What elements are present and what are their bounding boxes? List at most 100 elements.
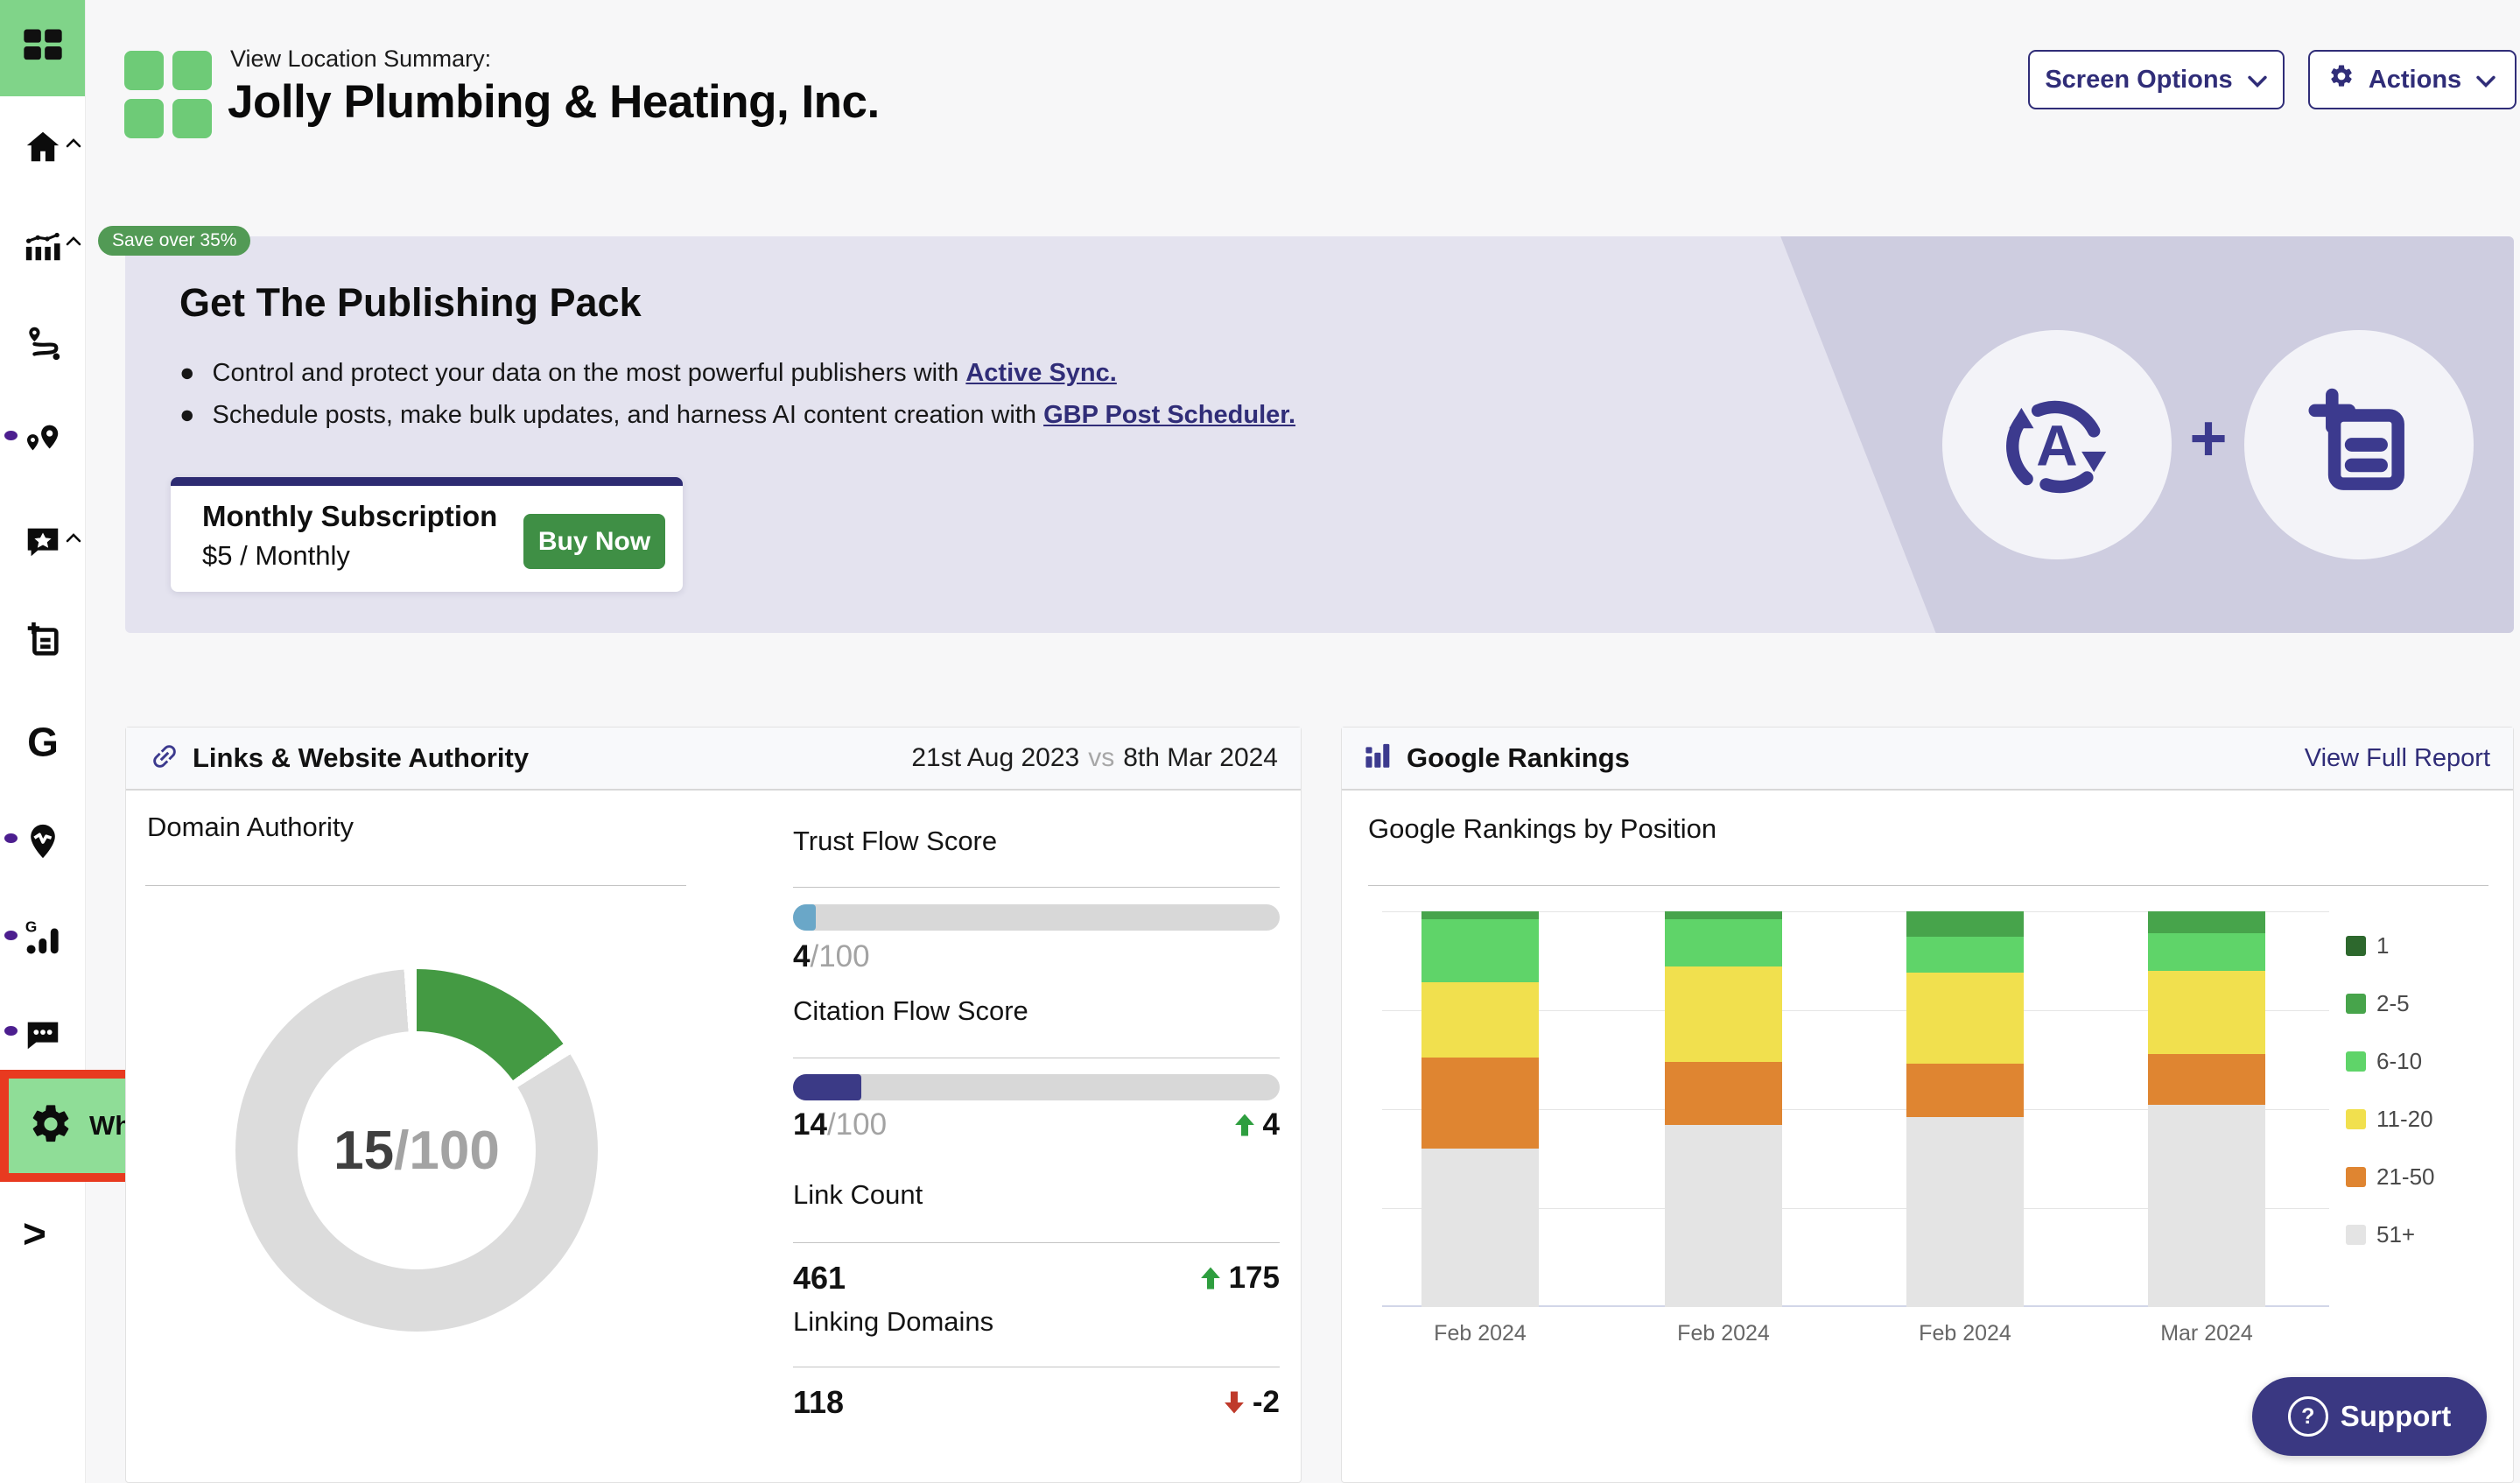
chevron-up-icon [66,138,81,148]
gear-icon [28,1101,74,1151]
domain-authority-value: 15/100 [235,969,598,1332]
legend-item: 1 [2346,932,2435,959]
publishing-pack-banner: Get The Publishing Pack ● Control and pr… [125,236,2514,633]
links-card-title: Links & Website Authority [193,742,529,774]
sidebar-item-google[interactable]: G [0,719,85,768]
legend-swatch [2346,1167,2366,1187]
legend-item: 11-20 [2346,1106,2435,1133]
legend-label: 51+ [2376,1221,2415,1248]
vs-label: vs [1079,743,1123,772]
citation-flow-change: 4 [1263,1107,1280,1142]
legend-item: 21-50 [2346,1163,2435,1191]
link-icon [149,741,180,777]
location-logo [124,51,212,138]
support-button[interactable]: ? Support [2252,1377,2487,1456]
pin-pulse-icon [23,821,63,861]
map-pins-icon [23,418,63,458]
rankings-xlabels: Feb 2024Feb 2024Feb 2024Mar 2024 [1382,727,2329,1482]
legend-swatch [2346,1051,2366,1072]
bullet-dot: ● [179,359,195,388]
legend-label: 2-5 [2376,990,2410,1017]
post-scheduler-icon [23,620,63,660]
x-axis-label: Feb 2024 [1421,1321,1539,1346]
legend-item: 51+ [2346,1221,2435,1248]
x-axis-label: Feb 2024 [1665,1321,1782,1346]
sidebar-item-listings[interactable] [0,413,85,462]
link-count-row: 461 175 [793,1260,1280,1297]
domain-authority-label: Domain Authority [147,812,354,843]
divider [793,1242,1280,1243]
google-rankings-card: Google Rankings View Full Report Google … [1341,727,2514,1483]
banner-title: Get The Publishing Pack [179,280,642,326]
grid-logo-icon [20,24,66,74]
date-from: 21st Aug 2023 [911,743,1079,772]
citation-flow-progressbar [793,1074,1280,1100]
sidebar-item-reviews[interactable] [0,517,85,566]
sidebar-item-home[interactable] [0,123,85,172]
rankings-legend: 1 2-5 6-10 11-20 21-50 51+ [2346,932,2435,1248]
link-count-value: 461 [793,1260,846,1297]
screen-options-label: Screen Options [2045,66,2232,95]
sidebar-item-local-search[interactable] [0,319,85,368]
arrow-up-icon [1199,1266,1222,1290]
divider [793,887,1280,888]
arrow-up-icon [1233,1113,1256,1137]
banner-bullet-2: ● Schedule posts, make bulk updates, and… [179,401,1295,430]
legend-item: 6-10 [2346,1048,2435,1075]
save-badge: Save over 35% [98,226,250,256]
question-mark-icon: ? [2288,1396,2328,1437]
chevron-up-icon [66,533,81,543]
comparison-dates: 21st Aug 2023vs8th Mar 2024 [911,743,1278,773]
links-authority-card: Links & Website Authority 21st Aug 2023v… [125,727,1302,1483]
legend-label: 6-10 [2376,1048,2422,1075]
citation-flow-row: 14/100 4 [793,1107,1280,1142]
buy-now-button[interactable]: Buy Now [523,514,665,569]
route-pin-icon [23,323,63,363]
sync-a-icon: A [1991,379,2123,510]
sidebar-item-geogrid[interactable] [0,817,85,866]
post-plus-icon [2300,386,2418,503]
sidebar-item-messages[interactable] [0,1009,85,1058]
trust-flow-fill [793,904,816,931]
legend-label: 11-20 [2376,1106,2433,1133]
divider [145,885,686,886]
svg-text:G: G [25,918,36,935]
sidebar-item-posts[interactable] [0,615,85,664]
screen-options-button[interactable]: Screen Options [2028,50,2285,109]
chevron-down-icon [2247,66,2268,95]
page-title: Jolly Plumbing & Heating, Inc. [228,75,880,129]
sidebar-item-rankings[interactable] [0,221,85,270]
legend-label: 1 [2376,932,2389,959]
linking-domains-label: Linking Domains [793,1306,993,1338]
linking-domains-delta: -2 [1223,1385,1280,1420]
active-sync-link[interactable]: Active Sync. [965,359,1116,387]
subscription-card: Monthly Subscription $5 / Monthly Buy No… [171,477,683,592]
bullet-text: Schedule posts, make bulk updates, and h… [213,401,1036,429]
tf-denominator: /100 [810,939,869,973]
google-g-icon: G [23,723,63,763]
arrow-down-icon [1223,1390,1246,1415]
sidebar-collapse-button[interactable]: > [23,1213,46,1254]
citation-flow-score: 14/100 [793,1107,887,1142]
view-full-report-link[interactable]: View Full Report [2305,744,2490,773]
date-to: 8th Mar 2024 [1123,743,1278,772]
subscription-price: $5 / Monthly [202,540,350,572]
trust-flow-label: Trust Flow Score [793,826,997,857]
active-sync-circle: A [1942,330,2172,559]
svg-text:A: A [2036,413,2077,477]
legend-swatch [2346,1109,2366,1129]
bullet-text: Control and protect your data on the mos… [213,359,959,387]
sidebar-item-analytics[interactable]: G [0,914,85,963]
linking-domains-change: -2 [1253,1385,1280,1420]
actions-button[interactable]: Actions [2308,50,2516,109]
app-logo-tile[interactable] [0,0,85,96]
banner-bullet-1: ● Control and protect your data on the m… [179,359,1117,388]
gbp-post-scheduler-link[interactable]: GBP Post Scheduler. [1043,401,1295,429]
links-card-header: Links & Website Authority 21st Aug 2023v… [126,727,1301,791]
linking-domains-row: 118 -2 [793,1384,1280,1421]
bar-chart-trend-icon [23,225,63,265]
svg-text:G: G [27,723,59,763]
link-count-label: Link Count [793,1179,923,1211]
gear-icon [2328,63,2355,96]
legend-swatch [2346,936,2366,956]
